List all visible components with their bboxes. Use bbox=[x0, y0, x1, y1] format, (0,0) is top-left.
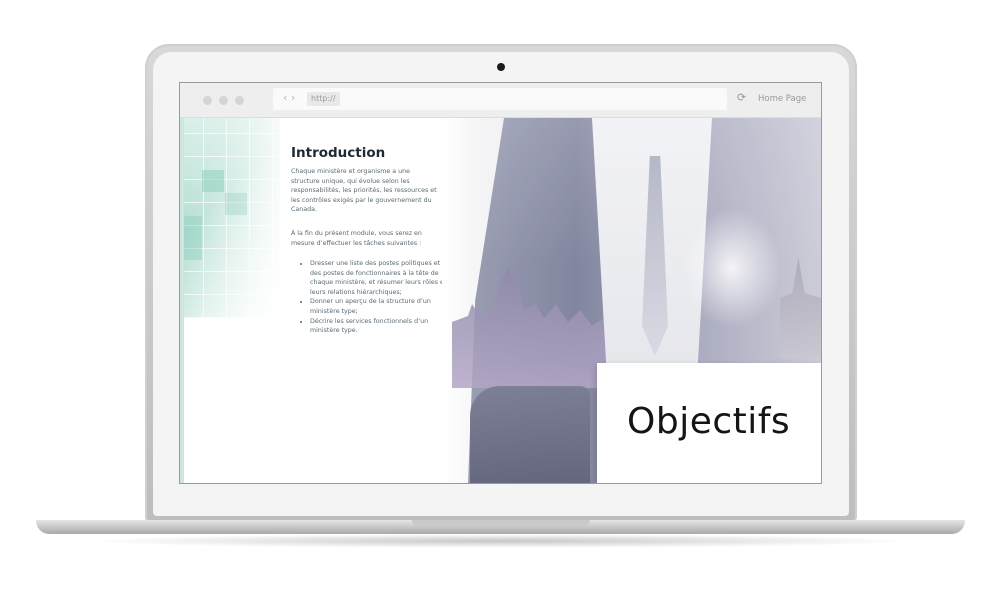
intro-paragraph: Chaque ministère et organisme a une stru… bbox=[291, 168, 437, 214]
list-item: Décrire les services fonctionnels d’un m… bbox=[310, 317, 450, 336]
reload-icon[interactable]: ⟳ bbox=[737, 91, 746, 104]
window-maximize-dot[interactable] bbox=[235, 96, 244, 105]
laptop-shadow bbox=[80, 534, 920, 548]
laptop-notch bbox=[412, 520, 590, 526]
sign-text: Objectifs bbox=[627, 401, 791, 442]
hand-graphic bbox=[470, 386, 590, 483]
window-close-dot[interactable] bbox=[203, 96, 212, 105]
nav-arrows: ‹ › bbox=[283, 91, 295, 104]
browser-toolbar: ‹ › http:// ⟳ Home Page bbox=[180, 83, 821, 118]
decorative-square bbox=[225, 193, 247, 215]
home-page-link[interactable]: Home Page bbox=[758, 94, 806, 104]
decorative-square bbox=[202, 170, 224, 192]
window-minimize-dot[interactable] bbox=[219, 96, 228, 105]
webcam-icon bbox=[497, 63, 505, 71]
chevron-right-icon[interactable]: › bbox=[291, 91, 295, 104]
address-bar[interactable]: ‹ › http:// bbox=[273, 88, 727, 110]
page-content: Introduction Chaque ministère et organis… bbox=[180, 118, 821, 483]
left-edge-accent bbox=[180, 118, 184, 483]
page-title: Introduction bbox=[291, 145, 386, 161]
objectives-list: Dresser une liste des postes politiques … bbox=[298, 259, 450, 336]
url-text[interactable]: http:// bbox=[307, 92, 340, 106]
light-haze bbox=[682, 208, 782, 328]
objectives-intro-paragraph: À la fin du présent module, vous serez e… bbox=[291, 230, 422, 247]
chevron-left-icon[interactable]: ‹ bbox=[283, 91, 287, 104]
list-item: Dresser une liste des postes politiques … bbox=[310, 259, 450, 297]
list-item: Donner un aperçu de la structure d’un mi… bbox=[310, 297, 450, 316]
objectives-sign: Objectifs bbox=[597, 363, 821, 483]
laptop-screen: ‹ › http:// ⟳ Home Page Introduction Cha… bbox=[180, 83, 821, 483]
hero-image: Objectifs bbox=[442, 118, 821, 483]
